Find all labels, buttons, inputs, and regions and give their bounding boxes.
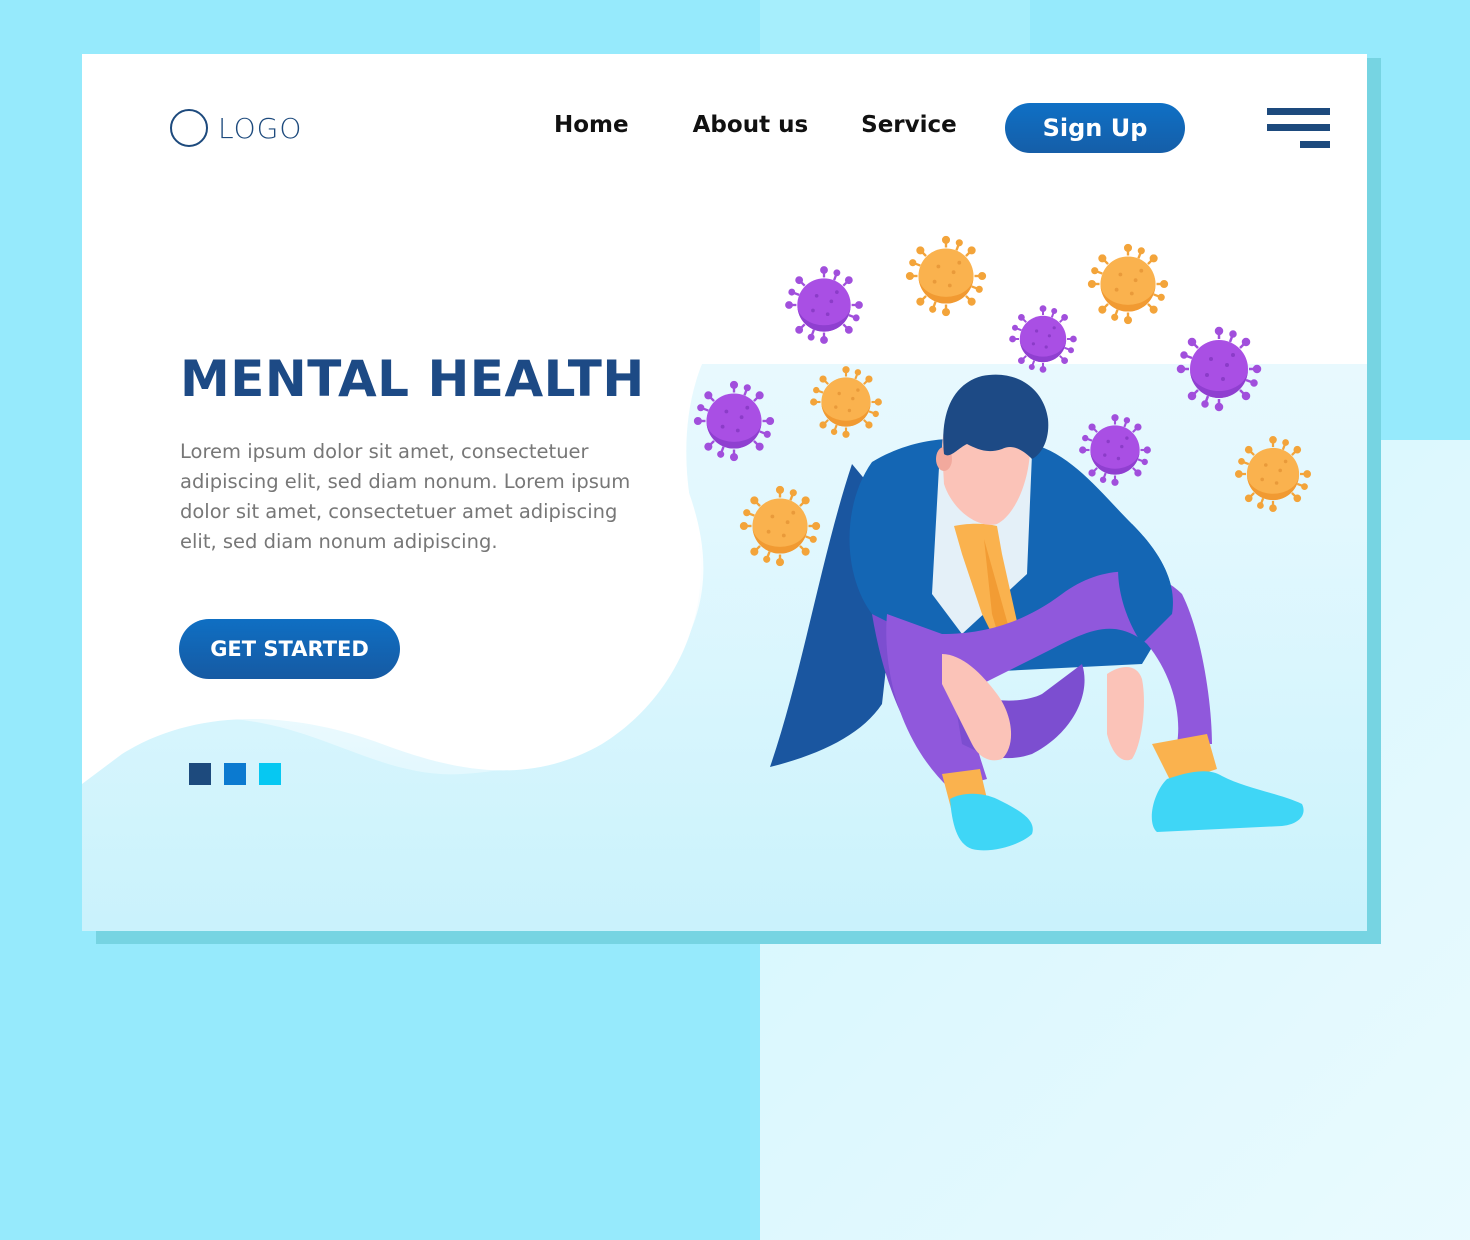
virus-icon [1009, 305, 1077, 373]
virus-icon [739, 485, 821, 567]
virus-icon [905, 235, 987, 317]
stressed-man-figure [770, 374, 1304, 851]
background-tint [760, 0, 1030, 60]
virus-icon [1087, 243, 1169, 325]
virus-icon [1079, 414, 1151, 486]
hero-illustration [693, 235, 1312, 851]
virus-icon [1176, 326, 1262, 412]
virus-icon [810, 366, 882, 438]
virus-icon [785, 266, 863, 344]
virus-icon [1234, 435, 1312, 513]
landing-page-card: LOGO Home About us Service Sign Up MENTA… [82, 54, 1367, 931]
virus-icon [693, 380, 775, 462]
